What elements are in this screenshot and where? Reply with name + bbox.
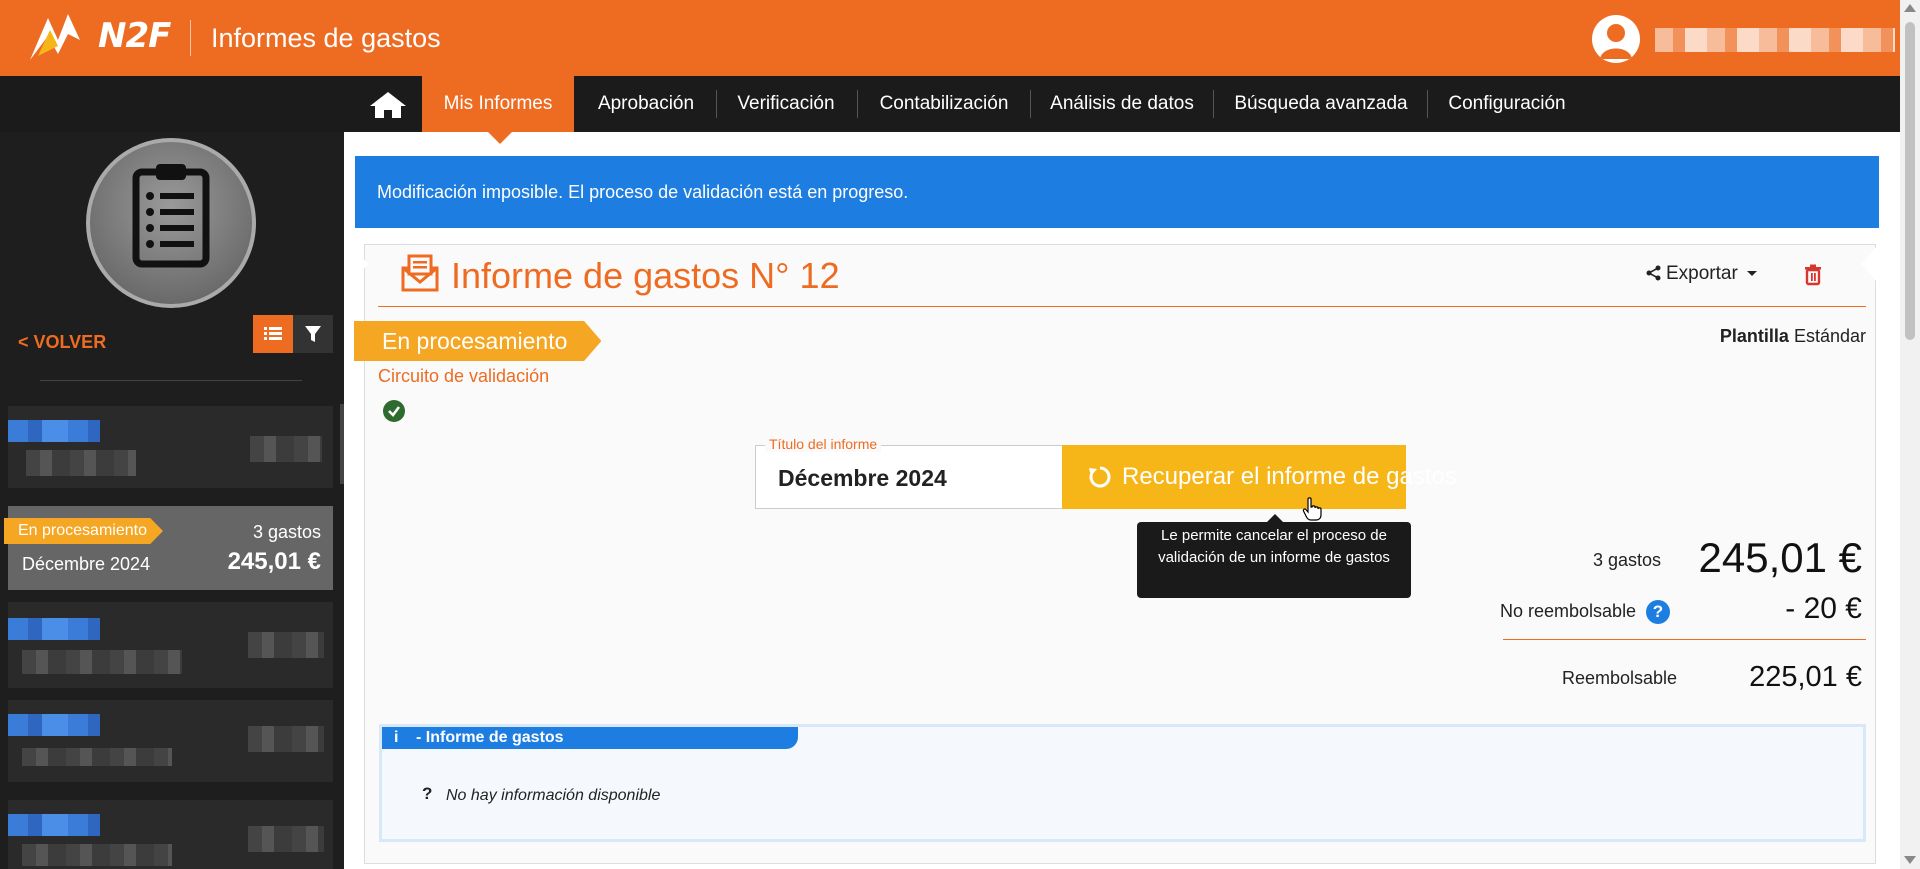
- caret-down-icon: [1747, 271, 1758, 276]
- report-card-redacted[interactable]: [8, 800, 333, 869]
- panel-notch: [1861, 246, 1877, 282]
- redacted-text: [248, 826, 324, 852]
- scroll-thumb[interactable]: [1905, 22, 1915, 340]
- redacted-text: [248, 726, 324, 752]
- trash-icon: [1805, 264, 1821, 286]
- tab-configuracion[interactable]: Configuración: [1430, 76, 1584, 132]
- info-tab[interactable]: i - Informe de gastos: [382, 727, 798, 749]
- template-value: Estándar: [1793, 326, 1866, 346]
- sidebar-divider: [40, 380, 302, 381]
- title-divider: [378, 306, 1866, 307]
- tab-busqueda-avanzada[interactable]: Búsqueda avanzada: [1216, 76, 1426, 132]
- check-circle-icon: [383, 400, 405, 422]
- redacted-text: [8, 618, 100, 640]
- panel-notch: [352, 246, 368, 282]
- redacted-text: [8, 814, 100, 836]
- header-divider: [190, 20, 191, 56]
- card-expense-count: 3 gastos: [252, 522, 321, 542]
- redacted-text: [22, 844, 172, 866]
- hand-cursor-icon: [1302, 497, 1322, 521]
- report-info-box: i - Informe de gastos ? No hay informaci…: [379, 724, 1866, 842]
- summary-divider: [1503, 639, 1866, 640]
- sidebar: < VOLVER En procesamiento 3 gastos Décem…: [0, 132, 344, 869]
- recover-tooltip: Le permite cancelar el proceso de valida…: [1137, 522, 1411, 598]
- redacted-text: [26, 450, 136, 476]
- share-icon: [1646, 265, 1661, 281]
- nav-separator: [1030, 90, 1031, 118]
- validation-alert: Modificación imposible. El proceso de va…: [355, 156, 1879, 228]
- export-button[interactable]: Exportar: [1646, 263, 1758, 285]
- report-title-field-label: Título del informe: [765, 436, 882, 452]
- report-title-field-value[interactable]: Décembre 2024: [778, 465, 947, 492]
- app-title: Informes de gastos: [211, 23, 441, 53]
- user-name-redacted[interactable]: [1655, 28, 1895, 52]
- user-icon: [1600, 24, 1632, 59]
- clipboard-badge-icon: [86, 138, 256, 308]
- tab-contabilizacion[interactable]: Contabilización: [860, 76, 1028, 132]
- list-view-button[interactable]: [253, 315, 293, 353]
- main-content: Modificación imposible. El proceso de va…: [344, 132, 1900, 869]
- home-icon[interactable]: [368, 90, 408, 120]
- report-card-redacted[interactable]: [8, 406, 333, 488]
- report-card-redacted[interactable]: [8, 700, 333, 782]
- filter-icon: [305, 326, 321, 342]
- delete-button[interactable]: [1802, 263, 1824, 287]
- summary-total: 245,01 €: [1698, 534, 1863, 581]
- active-tab-pointer: [488, 132, 512, 144]
- template-indicator: Plantilla Estándar: [1720, 326, 1866, 347]
- tooltip-arrow: [1267, 514, 1283, 522]
- card-amount: 245,01 €: [227, 548, 321, 575]
- export-label: Exportar: [1666, 263, 1738, 284]
- redacted-text: [8, 420, 100, 442]
- scroll-down-arrow-icon[interactable]: [1904, 856, 1916, 864]
- report-title: Informe de gastos N° 12: [451, 255, 840, 296]
- recover-button-label: Recuperar el informe de gastos: [1122, 463, 1457, 490]
- redacted-text: [22, 650, 182, 674]
- nav-separator: [1213, 90, 1214, 118]
- report-card-selected[interactable]: En procesamiento 3 gastos Décembre 2024 …: [4, 506, 333, 590]
- non-refundable-label: No reembolsable: [1500, 601, 1637, 621]
- redacted-text: [8, 714, 100, 736]
- main-nav: Mis Informes Aprobación Verificación Con…: [0, 76, 1900, 132]
- filter-button[interactable]: [293, 315, 333, 353]
- report-envelope-icon: [401, 254, 439, 292]
- info-message: No hay información disponible: [446, 787, 661, 804]
- status-ribbon: En procesamiento: [354, 321, 602, 361]
- nav-separator: [1427, 90, 1428, 118]
- help-icon[interactable]: ?: [1646, 600, 1670, 624]
- non-refundable-value: - 20 €: [1785, 592, 1862, 625]
- summary-expense-count: 3 gastos: [1592, 550, 1661, 570]
- nav-separator: [716, 90, 717, 118]
- scroll-up-arrow-icon[interactable]: [1904, 4, 1916, 12]
- user-avatar[interactable]: [1592, 15, 1640, 63]
- info-icon: i: [394, 729, 399, 746]
- refundable-value: 225,01 €: [1749, 661, 1862, 693]
- status-badge: En procesamiento: [4, 518, 163, 544]
- redacted-text: [248, 632, 324, 658]
- template-label: Plantilla: [1719, 326, 1789, 346]
- tab-analisis-datos[interactable]: Análisis de datos: [1033, 76, 1211, 132]
- question-icon: ?: [422, 784, 433, 803]
- validation-circuit-label: Circuito de validación: [378, 366, 550, 386]
- recover-report-button[interactable]: Recuperar el informe de gastos: [1062, 445, 1457, 509]
- page-scrollbar[interactable]: [1900, 0, 1920, 869]
- tab-verificacion[interactable]: Verificación: [719, 76, 853, 132]
- logo-text: N2F: [98, 16, 171, 56]
- redacted-text: [22, 748, 172, 766]
- back-link[interactable]: < VOLVER: [18, 332, 106, 353]
- list-icon: [264, 327, 282, 340]
- tab-mis-informes[interactable]: Mis Informes: [422, 76, 574, 132]
- app-header: N2F Informes de gastos: [0, 0, 1900, 76]
- undo-icon: [1089, 466, 1111, 488]
- redacted-text: [250, 436, 322, 462]
- report-card-redacted[interactable]: [8, 602, 333, 688]
- nav-separator: [857, 90, 858, 118]
- tab-aprobacion[interactable]: Aprobación: [579, 76, 713, 132]
- card-title: Décembre 2024: [22, 554, 151, 574]
- info-tab-label: - Informe de gastos: [416, 729, 564, 746]
- refundable-label: Reembolsable: [1562, 668, 1678, 688]
